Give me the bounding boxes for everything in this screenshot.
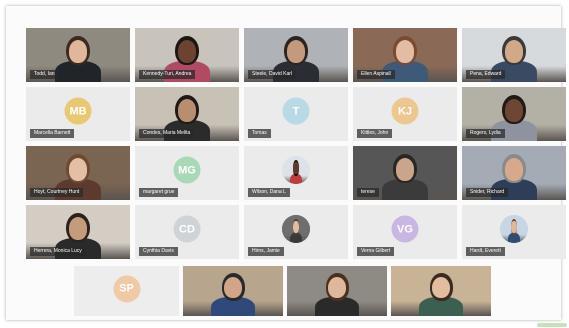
participant-tile-participant[interactable] (391, 266, 491, 316)
participant-tile-steele-david-karl[interactable]: Steele, David Karl (244, 28, 348, 82)
participant-name-label: Tomas (248, 129, 271, 138)
person-face (504, 39, 524, 63)
initials-avatar: T (282, 97, 310, 125)
meeting-window: Todd, Ian Kennedy-Turi, Andrea Steele, Dav… (6, 6, 566, 320)
participant-tile-wilson-dana-l[interactable]: Wilson, Dana L (244, 146, 348, 200)
watermark-mark (537, 323, 567, 327)
participant-tile-hoyt-courtney-hunt[interactable]: Hoyt, Courtney Hunt (26, 146, 130, 200)
participant-tile-kennedy-turi-andrea[interactable]: Kennedy-Turi, Andrea (135, 28, 239, 82)
participant-tile-snider-richard[interactable]: Snider, Richard (462, 146, 566, 200)
participant-name-label: Hirns, Jamie (248, 247, 284, 256)
person-face (504, 98, 524, 122)
person-face (293, 221, 299, 234)
initials-avatar: CD (173, 215, 201, 243)
participant-tile-ellen-aspinall[interactable]: Ellen Aspinall (353, 28, 457, 82)
participant-name-label: Kittles, John (357, 129, 393, 138)
participant-tile-hirns-jamie[interactable]: Hirns, Jamie (244, 205, 348, 259)
participant-tile-participant[interactable] (183, 266, 283, 316)
participant-tile-participant[interactable] (287, 266, 387, 316)
person-face (432, 277, 450, 298)
participant-name-label: Todd, Ian (30, 70, 59, 79)
participant-grid: Todd, Ian Kennedy-Turi, Andrea Steele, Dav… (26, 28, 566, 259)
participant-tile-terese[interactable]: terese (353, 146, 457, 200)
person-face (177, 98, 197, 122)
participant-name-label: Pena, Edward (466, 70, 506, 79)
participant-name-label: Wilson, Dana L (248, 188, 290, 197)
participant-tile-sp[interactable]: SP (74, 266, 179, 316)
participant-tile-margaret-grue[interactable]: MG margaret grue (135, 146, 239, 200)
participant-name-label: Condes, Maria Melita (139, 129, 195, 138)
person-face (68, 157, 88, 181)
participant-name-label: Marcella Barnett (30, 129, 75, 138)
initials-avatar: VG (391, 215, 419, 243)
participant-name-label: Rogers, Lydia (466, 129, 505, 138)
person-face (395, 157, 415, 181)
participant-name-label: Steele, David Karl (248, 70, 297, 79)
participant-name-label: Snider, Richard (466, 188, 509, 197)
participant-tile-pena-edward[interactable]: Pena, Edward (462, 28, 566, 82)
participant-name-label: Herrera, Monica Lucy (30, 247, 86, 256)
initials-avatar: KJ (391, 97, 419, 125)
person-face (68, 216, 88, 240)
person-face (293, 162, 299, 175)
participant-name-label: Hardt, Everett (466, 247, 505, 256)
person-face (177, 39, 197, 63)
participant-tile-kittles-john[interactable]: KJ Kittles, John (353, 87, 457, 141)
participant-tile-cynthia-davis[interactable]: CD Cynthia Davis (135, 205, 239, 259)
person-face (224, 277, 242, 298)
person-face (511, 221, 517, 234)
profile-photo (282, 215, 310, 244)
participant-name-label: Ellen Aspinall (357, 70, 395, 79)
participant-tile-condes-maria-melita[interactable]: Condes, Maria Melita (135, 87, 239, 141)
video-feed (500, 215, 528, 244)
initials-avatar: MG (173, 156, 201, 184)
participant-tile-marcella-barnett[interactable]: MB Marcella Barnett (26, 87, 130, 141)
participant-bottom-row: SP (26, 266, 556, 316)
person-face (328, 277, 346, 298)
video-feed (183, 266, 283, 316)
profile-photo (500, 215, 528, 244)
person-face (504, 157, 524, 181)
video-feed (287, 266, 387, 316)
participant-name-label: Verna Gilbert (357, 247, 395, 256)
participant-name-label: Cynthia Davis (139, 247, 178, 256)
participant-tile-hardt-everett[interactable]: Hardt, Everett (462, 205, 566, 259)
participant-name-label: terese (357, 188, 379, 197)
person-face (395, 39, 415, 63)
video-feed (391, 266, 491, 316)
person-face (286, 39, 306, 63)
participant-name-label: Kennedy-Turi, Andrea (139, 70, 196, 79)
initials-avatar: MB (64, 97, 92, 125)
video-feed (282, 156, 310, 185)
person-face (68, 39, 88, 63)
participant-tile-todd-ian[interactable]: Todd, Ian (26, 28, 130, 82)
profile-photo (282, 156, 310, 185)
participant-tile-verna-gilbert[interactable]: VG Verna Gilbert (353, 205, 457, 259)
initials-avatar: SP (113, 275, 140, 302)
participant-name-label: margaret grue (139, 188, 179, 197)
participant-tile-rogers-lydia[interactable]: Rogers, Lydia (462, 87, 566, 141)
participant-name-label: Hoyt, Courtney Hunt (30, 188, 84, 197)
participant-tile-tomas[interactable]: T Tomas (244, 87, 348, 141)
participant-tile-herrera-monica-lucy[interactable]: Herrera, Monica Lucy (26, 205, 130, 259)
video-feed (282, 215, 310, 244)
